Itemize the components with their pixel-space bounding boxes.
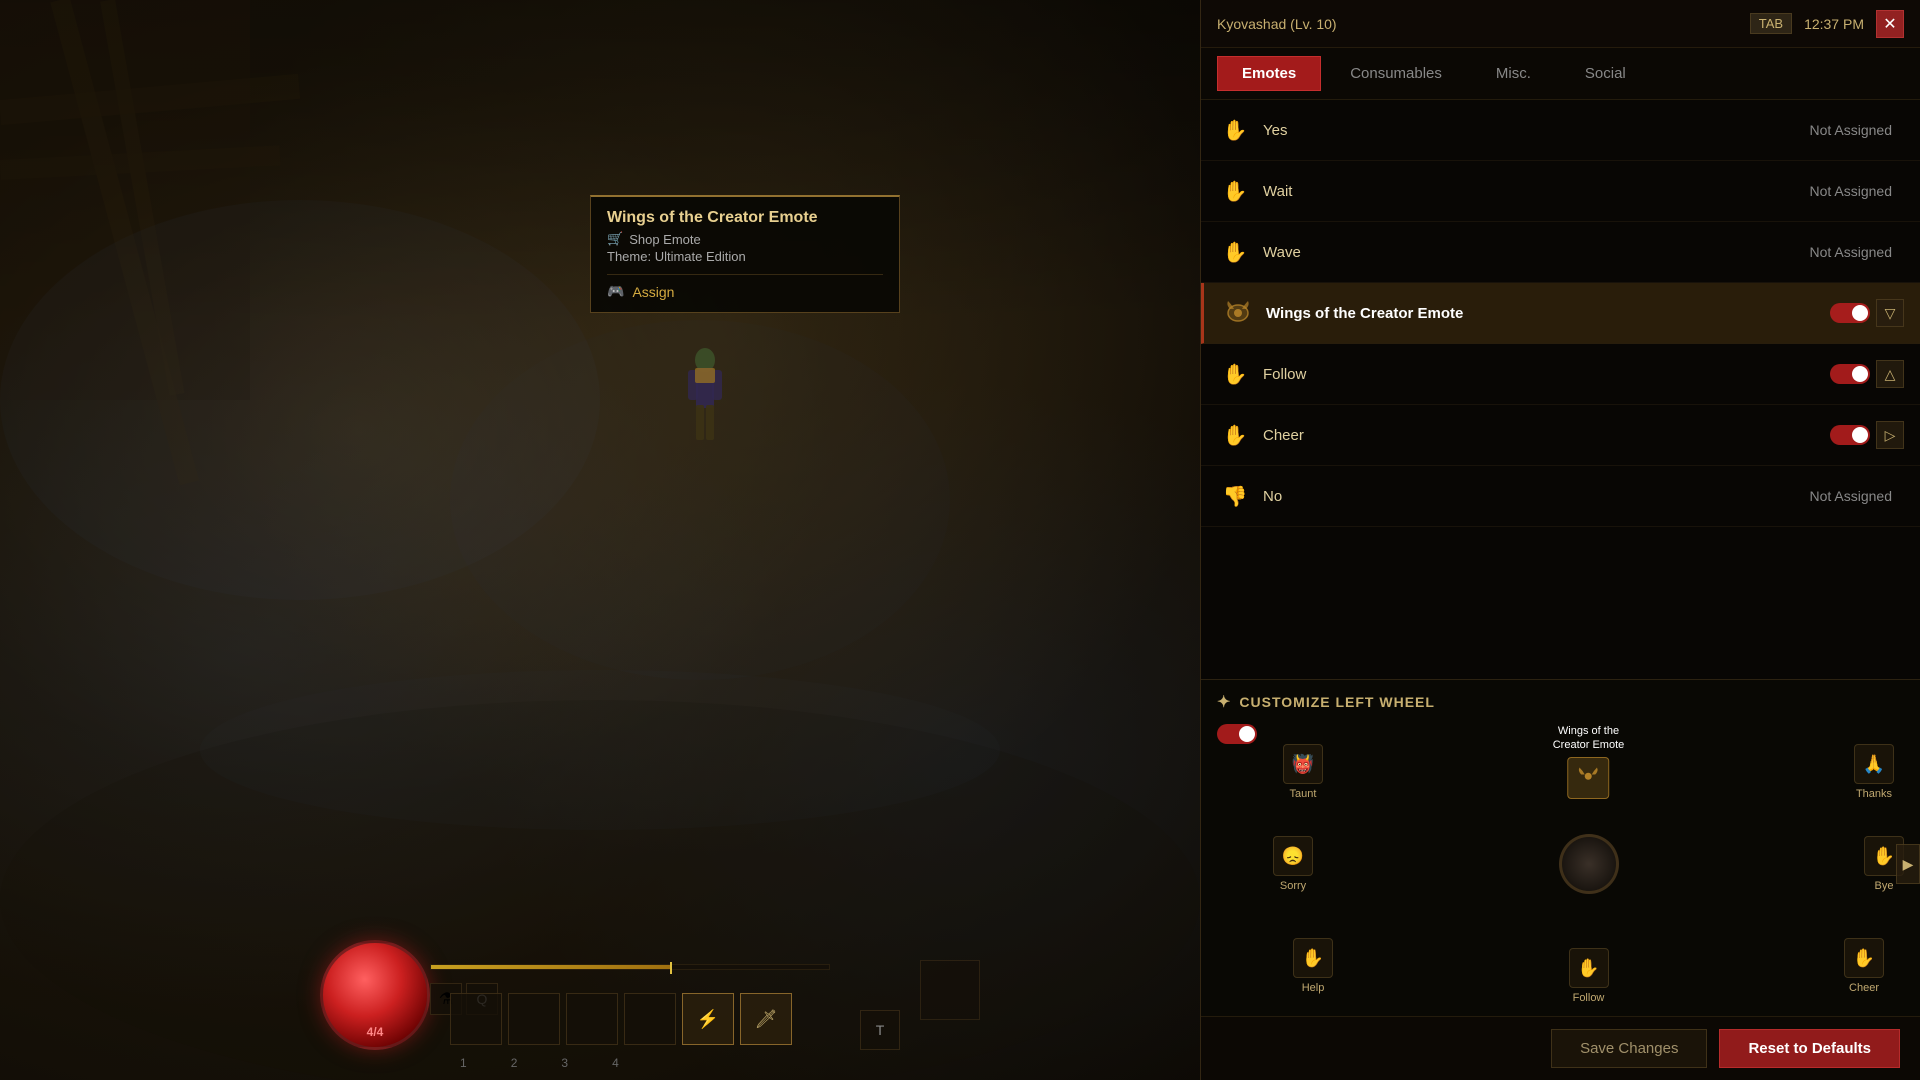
emote-icon-wait: ✋	[1217, 173, 1253, 209]
emote-icon-follow: ✋	[1217, 356, 1253, 392]
wheel-icon-top[interactable]	[1568, 757, 1610, 799]
customize-title: CUSTOMIZE LEFT WHEEL	[1239, 694, 1435, 710]
toggle-switch-cheer[interactable]	[1830, 425, 1870, 445]
wheel-icon-taunt[interactable]: 👹	[1283, 744, 1323, 784]
emote-status-wave: Not Assigned	[1810, 244, 1893, 260]
emote-name-yes: Yes	[1263, 122, 1810, 139]
wheel-label-thanks: Thanks	[1856, 788, 1892, 800]
tab-consumables[interactable]: Consumables	[1325, 56, 1467, 91]
emote-icon-wave: ✋	[1217, 234, 1253, 270]
emote-row-wings[interactable]: Wings of the Creator Emote ▽	[1201, 283, 1920, 344]
emote-status-wait: Not Assigned	[1810, 183, 1893, 199]
wheel-icon-follow[interactable]: ✋	[1569, 948, 1609, 988]
next-wheel-button[interactable]: ▶	[1896, 844, 1920, 884]
emote-row-cheer[interactable]: ✋ Cheer ▷	[1201, 405, 1920, 466]
top-bar-right: TAB 12:37 PM ✕	[1750, 10, 1904, 38]
assign-label: Assign	[632, 284, 674, 300]
tooltip-theme: Theme: Ultimate Edition	[607, 249, 883, 264]
wheel-area: Wings of theCreator Emote 🙏 Thanks	[1217, 724, 1904, 1004]
footer-bar: Save Changes Reset to Defaults	[1201, 1016, 1920, 1080]
emote-row-follow[interactable]: ✋ Follow △	[1201, 344, 1920, 405]
emote-icon-yes: ✋	[1217, 112, 1253, 148]
emote-row-wave[interactable]: ✋ Wave Not Assigned	[1201, 222, 1920, 283]
wheel-label-taunt: Taunt	[1290, 788, 1317, 800]
customize-header: ✦ CUSTOMIZE LEFT WHEEL	[1217, 692, 1904, 712]
emote-row-yes[interactable]: ✋ Yes Not Assigned	[1201, 100, 1920, 161]
wheel-icon-sorry[interactable]: 😞	[1273, 836, 1313, 876]
wheel-item-sorry[interactable]: 😞 Sorry	[1273, 836, 1313, 892]
tab-emotes[interactable]: Emotes	[1217, 56, 1321, 91]
wheel-icon-cheer[interactable]: ✋	[1844, 938, 1884, 978]
emote-toggle-cheer[interactable]: ▷	[1830, 421, 1904, 449]
wheel-item-taunt[interactable]: 👹 Taunt	[1283, 744, 1323, 800]
save-changes-button[interactable]: Save Changes	[1551, 1029, 1707, 1068]
wheel-label-bye: Bye	[1875, 880, 1894, 892]
player-info: Kyovashad (Lv. 10)	[1217, 16, 1337, 32]
wheel-label-follow: Follow	[1573, 992, 1605, 1004]
emotes-list[interactable]: ✋ Yes Not Assigned ✋ Wait Not Assigned ✋…	[1201, 100, 1920, 679]
customize-icon: ✦	[1217, 692, 1231, 712]
emote-icon-no: 👎	[1217, 478, 1253, 514]
player-character	[680, 340, 730, 460]
emote-status-yes: Not Assigned	[1810, 122, 1893, 138]
emote-name-no: No	[1263, 488, 1810, 505]
emote-name-wait: Wait	[1263, 183, 1810, 200]
customize-wheel-section: ✦ CUSTOMIZE LEFT WHEEL Wings of theCreat…	[1201, 679, 1920, 1016]
bg-structures	[0, 0, 1200, 1080]
tab-indicator: TAB	[1750, 13, 1792, 34]
wheel-item-thanks[interactable]: 🙏 Thanks	[1854, 744, 1894, 800]
game-background	[0, 0, 1200, 1080]
key-badge-wings: ▽	[1876, 299, 1904, 327]
emote-toggle-follow[interactable]: △	[1830, 360, 1904, 388]
wheel-label-cheer: Cheer	[1849, 982, 1879, 994]
emote-toggle-wings[interactable]: ▽	[1830, 299, 1904, 327]
wheel-label-help: Help	[1302, 982, 1325, 994]
key-badge-cheer: ▷	[1876, 421, 1904, 449]
wheel-label-sorry: Sorry	[1280, 880, 1306, 892]
assign-icon: 🎮	[607, 283, 624, 300]
wheel-container: Wings of theCreator Emote 🙏 Thanks	[1273, 724, 1904, 1004]
wheel-item-cheer[interactable]: ✋ Cheer	[1844, 938, 1884, 994]
emote-tooltip: Wings of the Creator Emote 🛒 Shop Emote …	[590, 195, 900, 313]
wheel-enable-toggle[interactable]	[1217, 724, 1257, 744]
emote-icon-cheer: ✋	[1217, 417, 1253, 453]
wheel-label-top: Wings of theCreator Emote	[1553, 724, 1625, 753]
assign-button[interactable]: 🎮 Assign	[607, 283, 883, 300]
emote-name-wings: Wings of the Creator Emote	[1266, 305, 1830, 322]
time-display: 12:37 PM	[1804, 16, 1864, 32]
wheel-toggle-area	[1217, 724, 1257, 744]
panel-top-bar: Kyovashad (Lv. 10) TAB 12:37 PM ✕	[1201, 0, 1920, 48]
emotes-panel: Kyovashad (Lv. 10) TAB 12:37 PM ✕ Emotes…	[1200, 0, 1920, 1080]
emote-icon-wings	[1220, 295, 1256, 331]
close-button[interactable]: ✕	[1876, 10, 1904, 38]
emote-name-wave: Wave	[1263, 244, 1810, 261]
tab-misc[interactable]: Misc.	[1471, 56, 1556, 91]
emote-row-wait[interactable]: ✋ Wait Not Assigned	[1201, 161, 1920, 222]
toggle-switch-wings[interactable]	[1830, 303, 1870, 323]
wheel-icon-thanks[interactable]: 🙏	[1854, 744, 1894, 784]
shop-icon: 🛒	[607, 231, 623, 247]
tab-social[interactable]: Social	[1560, 56, 1651, 91]
key-badge-follow: △	[1876, 360, 1904, 388]
wheel-center	[1559, 834, 1619, 894]
tab-bar: Emotes Consumables Misc. Social	[1201, 48, 1920, 100]
wheel-icon-help[interactable]: ✋	[1293, 938, 1333, 978]
emote-status-no: Not Assigned	[1810, 488, 1893, 504]
tooltip-title: Wings of the Creator Emote	[607, 209, 883, 227]
tooltip-shop: 🛒 Shop Emote	[607, 231, 883, 247]
wheel-item-follow[interactable]: ✋ Follow	[1569, 948, 1609, 1004]
toggle-switch-follow[interactable]	[1830, 364, 1870, 384]
emote-name-cheer: Cheer	[1263, 427, 1830, 444]
emote-name-follow: Follow	[1263, 366, 1830, 383]
emote-row-no[interactable]: 👎 No Not Assigned	[1201, 466, 1920, 527]
wheel-item-top[interactable]: Wings of theCreator Emote	[1553, 724, 1625, 799]
reset-defaults-button[interactable]: Reset to Defaults	[1719, 1029, 1900, 1068]
wheel-item-help[interactable]: ✋ Help	[1293, 938, 1333, 994]
